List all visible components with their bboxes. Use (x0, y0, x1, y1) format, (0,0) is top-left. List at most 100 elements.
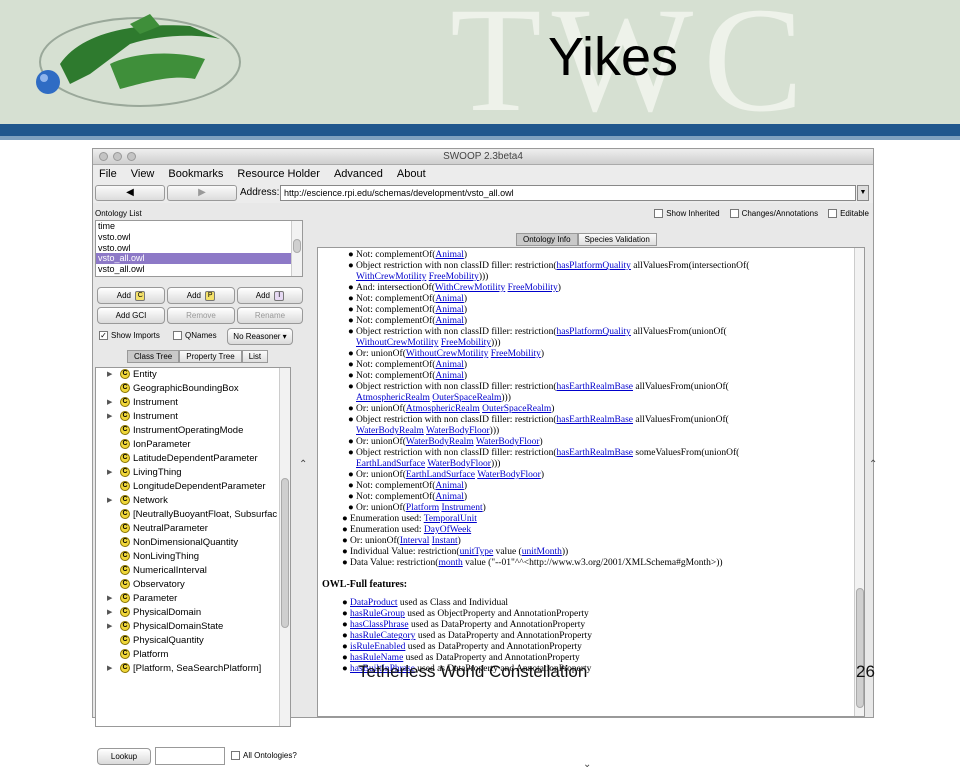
splitter-handle-icon[interactable]: ⌃ (869, 459, 877, 470)
tree-node[interactable]: ▶ C PhysicalDomainState (96, 620, 290, 634)
address-dropdown-icon[interactable]: ▼ (857, 185, 869, 201)
ontology-list-item[interactable]: vsto_all.owl (96, 264, 302, 275)
add-individual-button[interactable]: Add I (237, 287, 303, 304)
add-class-button[interactable]: Add C (97, 287, 165, 304)
entity-link[interactable]: hasClassPhrase (350, 620, 409, 630)
entity-link[interactable]: Platform (406, 503, 439, 513)
tree-node[interactable]: ▶ C PhysicalDomain (96, 606, 290, 620)
tree-node[interactable]: C Observatory (96, 578, 290, 592)
tree-node[interactable]: C NeutralParameter (96, 522, 290, 536)
tree-node[interactable]: C LatitudeDependentParameter (96, 452, 290, 466)
entity-link[interactable]: WithoutCrewMotility (356, 338, 438, 348)
entity-link[interactable]: DataProduct (350, 598, 398, 608)
entity-link[interactable]: hasPlatformQuality (557, 327, 631, 337)
add-gci-button[interactable]: Add GCI (97, 307, 165, 324)
tab-class-tree[interactable]: Class Tree (127, 350, 180, 363)
entity-link[interactable]: Interval (400, 536, 430, 546)
ontology-list-item[interactable]: vsto.owl (96, 243, 302, 254)
entity-link[interactable]: WaterBodyFloor (476, 437, 540, 447)
editable-checkbox[interactable]: Editable (828, 209, 869, 219)
entity-link[interactable]: EarthLandSurface (356, 459, 425, 469)
tab-list[interactable]: List (241, 350, 269, 363)
tree-node[interactable]: ▶ C Instrument (96, 396, 290, 410)
show-imports-checkbox[interactable]: ✓ Show Imports (99, 331, 160, 341)
splitter-handle-icon[interactable]: ⌃ (299, 459, 307, 470)
entity-link[interactable]: OuterSpaceRealm (432, 393, 501, 403)
entity-link[interactable]: FreeMobility (429, 272, 479, 282)
lookup-button[interactable]: Lookup (97, 748, 151, 765)
tree-node[interactable]: ▶ C [Platform, SeaSearchPlatform] (96, 662, 290, 676)
menu-item-resource-holder[interactable]: Resource Holder (237, 168, 320, 180)
reasoner-select[interactable]: No Reasoner ▾ (227, 328, 293, 345)
entity-link[interactable]: hasRuleGroup (350, 609, 405, 619)
entity-link[interactable]: WithoutCrewMotility (406, 349, 488, 359)
entity-link[interactable]: FreeMobility (441, 338, 491, 348)
entity-link[interactable]: Animal (435, 492, 464, 502)
entity-link[interactable]: Animal (435, 305, 464, 315)
rename-button[interactable]: Rename (237, 307, 303, 324)
expand-arrow-icon[interactable]: ▶ (107, 592, 112, 606)
address-input[interactable]: http://escience.rpi.edu/schemas/developm… (280, 185, 856, 201)
entity-link[interactable]: FreeMobility (508, 283, 558, 293)
entity-link[interactable]: Instant (432, 536, 458, 546)
entity-link[interactable]: TemporalUnit (424, 514, 477, 524)
entity-link[interactable]: Animal (435, 294, 464, 304)
entity-link[interactable]: OuterSpaceRealm (482, 404, 551, 414)
entity-link[interactable]: month (438, 558, 462, 568)
tab-ontology-info[interactable]: Ontology Info (516, 233, 578, 246)
entity-link[interactable]: Animal (435, 481, 464, 491)
entity-link[interactable]: hasEarthRealmBase (557, 382, 634, 392)
ontology-list-scrollbar[interactable] (291, 221, 302, 276)
entity-link[interactable]: hasEarthRealmBase (557, 448, 634, 458)
expand-arrow-icon[interactable]: ▶ (107, 410, 112, 424)
expand-arrow-icon[interactable]: ▶ (107, 620, 112, 634)
expand-arrow-icon[interactable]: ▶ (107, 466, 112, 480)
menu-item-file[interactable]: File (99, 168, 117, 180)
back-button[interactable]: ◀ (95, 185, 165, 201)
expand-arrow-icon[interactable]: ▶ (107, 396, 112, 410)
tree-node[interactable]: ▶ C Network (96, 494, 290, 508)
entity-link[interactable]: WaterBodyFloor (477, 470, 541, 480)
splitter-handle-icon[interactable]: ⌄ (583, 759, 591, 770)
ontology-list-item[interactable]: time (96, 221, 302, 232)
entity-link[interactable]: WithCrewMotility (356, 272, 426, 282)
remove-button[interactable]: Remove (167, 307, 235, 324)
tree-node[interactable]: C Platform (96, 648, 290, 662)
menu-item-view[interactable]: View (131, 168, 155, 180)
entity-link[interactable]: hasRuleCategory (350, 631, 415, 641)
entity-link[interactable]: DayOfWeek (424, 525, 471, 535)
tab-property-tree[interactable]: Property Tree (179, 350, 242, 363)
menu-item-advanced[interactable]: Advanced (334, 168, 383, 180)
tree-node[interactable]: C IonParameter (96, 438, 290, 452)
changes-annotations-checkbox[interactable]: Changes/Annotations (729, 209, 818, 219)
entity-link[interactable]: unitMonth (522, 547, 562, 557)
entity-link[interactable]: Animal (435, 250, 464, 260)
tree-node[interactable]: C GeographicBoundingBox (96, 382, 290, 396)
expand-arrow-icon[interactable]: ▶ (107, 662, 112, 676)
all-ontologies-checkbox[interactable]: All Ontologies? (231, 751, 297, 761)
tree-node[interactable]: C NonDimensionalQuantity (96, 536, 290, 550)
show-inherited-checkbox[interactable]: Show Inherited (654, 209, 720, 219)
tree-node[interactable]: C LongitudeDependentParameter (96, 480, 290, 494)
entity-link[interactable]: AtmosphericRealm (356, 393, 430, 403)
entity-link[interactable]: Animal (435, 360, 464, 370)
entity-link[interactable]: FreeMobility (491, 349, 541, 359)
entity-link[interactable]: EarthLandSurface (406, 470, 475, 480)
entity-link[interactable]: WaterBodyRealm (356, 426, 424, 436)
entity-link[interactable]: Animal (435, 316, 464, 326)
tree-node[interactable]: ▶ C LivingThing (96, 466, 290, 480)
add-property-button[interactable]: Add P (167, 287, 235, 304)
expand-arrow-icon[interactable]: ▶ (107, 606, 112, 620)
tab-species-validation[interactable]: Species Validation (577, 233, 657, 246)
qnames-checkbox[interactable]: QNames (173, 331, 217, 341)
tree-node[interactable]: C InstrumentOperatingMode (96, 424, 290, 438)
expand-arrow-icon[interactable]: ▶ (107, 494, 112, 508)
entity-link[interactable]: Instrument (442, 503, 483, 513)
entity-link[interactable]: Animal (435, 371, 464, 381)
entity-link[interactable]: hasPlatformQuality (557, 261, 631, 271)
content-scrollbar[interactable] (854, 248, 864, 716)
menu-item-bookmarks[interactable]: Bookmarks (168, 168, 223, 180)
tree-node[interactable]: C NonLivingThing (96, 550, 290, 564)
entity-link[interactable]: WaterBodyFloor (426, 426, 490, 436)
class-tree-scrollbar[interactable] (279, 368, 290, 726)
